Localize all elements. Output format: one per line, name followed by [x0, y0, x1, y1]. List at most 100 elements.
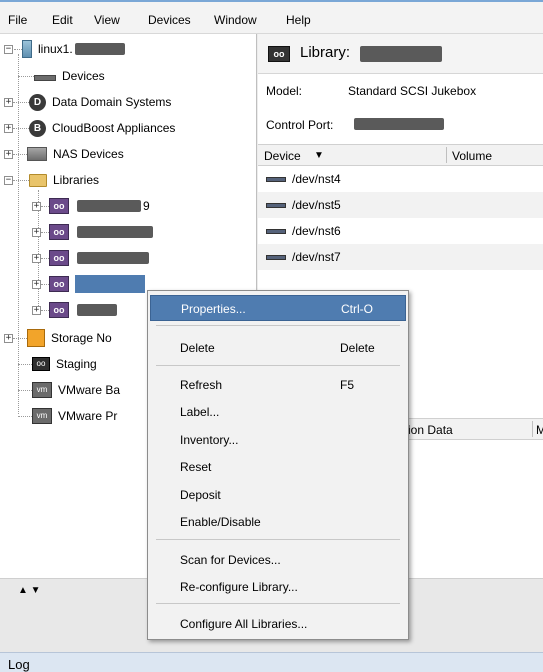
tree-connector	[41, 257, 49, 259]
tree-item-library[interactable]: + oo	[32, 298, 117, 322]
menu-item-label: Deposit	[180, 488, 221, 502]
tree-item-label: Data Domain Systems	[52, 95, 172, 109]
expand-icon[interactable]: +	[4, 333, 13, 343]
table-row[interactable]: /dev/nst5	[258, 192, 543, 218]
menu-file[interactable]: File	[8, 13, 27, 27]
menu-item-label: Inventory...	[180, 433, 239, 447]
menu-item-inventory[interactable]: Inventory...	[150, 427, 406, 453]
table-row[interactable]: /dev/nst7	[258, 244, 543, 270]
drive-icon	[266, 202, 286, 208]
collapse-icon[interactable]: −	[4, 44, 13, 54]
menu-item-reset[interactable]: Reset	[150, 454, 406, 480]
table-row[interactable]: /dev/nst6	[258, 218, 543, 244]
menu-window[interactable]: Window	[214, 13, 257, 27]
menu-separator	[156, 325, 400, 326]
redacted-text	[354, 118, 444, 130]
menu-item-shortcut: F5	[340, 378, 355, 392]
tree-item-library-selected[interactable]: + oo	[32, 272, 145, 296]
cloudboost-icon: B	[29, 119, 46, 137]
expand-icon[interactable]: +	[32, 227, 41, 237]
expand-icon[interactable]: +	[32, 201, 41, 211]
menu-item-enable-disable[interactable]: Enable/Disable	[150, 509, 406, 535]
menu-item-reconfigure-library[interactable]: Re-configure Library...	[150, 574, 406, 600]
table-row[interactable]: /dev/nst4	[258, 166, 543, 192]
menu-item-configure-all-libraries[interactable]: Configure All Libraries...	[150, 611, 406, 637]
column-device[interactable]: Device	[264, 149, 301, 163]
tree-item-cloudboost[interactable]: + B CloudBoost Appliances	[4, 116, 175, 140]
expand-icon[interactable]: +	[32, 279, 41, 289]
device-path: /dev/nst7	[292, 250, 341, 264]
library-icon: oo	[49, 276, 69, 292]
storage-node-icon	[27, 329, 45, 347]
menu-devices[interactable]: Devices	[148, 13, 191, 27]
tree-item-label: VMware Pr	[58, 409, 118, 423]
collapse-icon[interactable]: −	[4, 175, 13, 185]
data-domain-icon: D	[29, 93, 46, 111]
tree-item-vmware-protection[interactable]: vm VMware Pr	[18, 404, 117, 428]
tree-root[interactable]: − linux1.	[4, 37, 125, 61]
tree-item-libraries[interactable]: − Libraries	[4, 168, 99, 192]
menu-item-deposit[interactable]: Deposit	[150, 482, 406, 508]
log-label: Log	[8, 657, 30, 672]
menu-item-delete[interactable]: Delete Delete	[150, 335, 406, 361]
menu-edit[interactable]: Edit	[52, 13, 73, 27]
tree-connector	[13, 179, 29, 181]
expand-icon[interactable]: +	[4, 123, 13, 133]
menu-item-label-tape[interactable]: Label...	[150, 399, 406, 425]
menu-item-label: Re-configure Library...	[180, 580, 298, 594]
library-header: oo Library:	[258, 34, 543, 74]
tree-item-nas-devices[interactable]: + NAS Devices	[4, 142, 124, 166]
expand-icon[interactable]: +	[4, 97, 13, 107]
redacted-text	[77, 252, 149, 264]
tree-item-library[interactable]: + oo	[32, 220, 153, 244]
expand-icon[interactable]: +	[4, 149, 13, 159]
column-more[interactable]: M	[536, 423, 543, 437]
tree-item-devices[interactable]: Devices	[18, 64, 105, 88]
control-port-label: Control Port:	[266, 118, 334, 132]
folder-icon	[29, 173, 47, 187]
tree-item-staging[interactable]: oo Staging	[18, 352, 97, 376]
menu-item-label: Reset	[180, 460, 212, 474]
expand-icon[interactable]: +	[32, 253, 41, 263]
tree-item-storage-nodes[interactable]: + Storage No	[4, 326, 112, 350]
column-volume[interactable]: Volume	[452, 149, 492, 163]
tree-connector	[14, 48, 22, 50]
tree-item-library[interactable]: + oo	[32, 246, 149, 270]
drive-icon	[266, 228, 286, 234]
tree-connector	[18, 75, 34, 77]
tree-item-vmware-backup[interactable]: vm VMware Ba	[18, 378, 120, 402]
menu-item-label: Configure All Libraries...	[180, 617, 308, 631]
tree-item-label: NAS Devices	[53, 147, 124, 161]
menu-help[interactable]: Help	[286, 13, 311, 27]
tree-item-label: Libraries	[53, 173, 100, 187]
library-icon: oo	[49, 198, 69, 214]
drive-icon	[266, 254, 286, 260]
tree-item-label: Staging	[56, 357, 97, 371]
tree-root-label: linux1.	[38, 42, 73, 56]
menu-item-scan-for-devices[interactable]: Scan for Devices...	[150, 547, 406, 573]
log-bar[interactable]: Log	[0, 652, 543, 672]
library-icon: oo	[49, 250, 69, 266]
menu-item-label: Scan for Devices...	[180, 553, 281, 567]
menu-item-refresh[interactable]: Refresh F5	[150, 372, 406, 398]
redacted-text	[360, 46, 442, 62]
tree-item-data-domain-systems[interactable]: + D Data Domain Systems	[4, 90, 171, 114]
tree-item-label: 9	[143, 199, 150, 213]
column-divider[interactable]	[446, 147, 447, 163]
sort-desc-icon[interactable]: ▼	[314, 150, 324, 161]
menu-view[interactable]: View	[94, 13, 120, 27]
tree-item-library[interactable]: + oo 9	[32, 194, 150, 218]
redacted-text	[77, 304, 117, 316]
splitter-arrows-icon[interactable]: ▲ ▼	[18, 585, 41, 596]
menu-item-properties[interactable]: Properties... Ctrl-O	[150, 295, 406, 321]
server-icon	[22, 40, 32, 58]
tree-connector	[41, 205, 49, 207]
library-icon: oo	[49, 302, 69, 318]
model-value: Standard SCSI Jukebox	[348, 84, 477, 98]
device-table-header: Device ▼ Volume	[258, 144, 543, 166]
column-divider[interactable]	[532, 421, 533, 437]
library-icon: oo	[268, 46, 290, 62]
tree-connector	[13, 153, 27, 155]
expand-icon[interactable]: +	[32, 305, 41, 315]
tree-item-label: Storage No	[51, 331, 112, 345]
